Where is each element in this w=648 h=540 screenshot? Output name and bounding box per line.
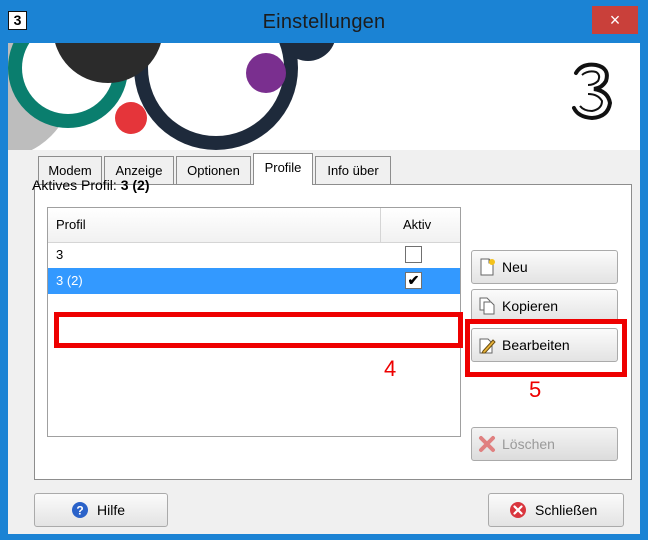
active-profile-value: 3 (2) xyxy=(120,177,150,193)
profile-name-cell: 3 (2) xyxy=(56,273,83,288)
new-button-label: Neu xyxy=(502,259,528,275)
copy-button-label: Kopieren xyxy=(502,298,559,314)
annotation-number-5: 5 xyxy=(529,377,542,402)
help-button-label: Hilfe xyxy=(97,502,126,518)
annotation-box-edit xyxy=(465,319,627,377)
three-logo-icon xyxy=(572,62,613,121)
delete-button[interactable]: Löschen xyxy=(471,427,618,461)
tab-profile[interactable]: Profile xyxy=(253,153,313,185)
new-button[interactable]: Neu xyxy=(471,250,618,284)
help-button[interactable]: ? Hilfe xyxy=(34,493,168,527)
profile-name-cell: 3 xyxy=(56,247,64,262)
active-profile-label: Aktives Profil: 3 (2) xyxy=(32,177,150,193)
title-bar[interactable]: 3 Einstellungen × xyxy=(0,0,648,43)
help-icon: ? xyxy=(72,502,88,518)
new-document-icon xyxy=(480,258,495,276)
annotation-box-row xyxy=(54,312,463,348)
header-banner xyxy=(8,43,640,150)
window-title: Einstellungen xyxy=(262,11,386,33)
active-checkbox-checked[interactable]: ✔ xyxy=(405,272,422,289)
close-button-label: Schließen xyxy=(535,502,598,518)
column-header-active[interactable]: Aktiv xyxy=(403,208,431,242)
table-header: Profil Aktiv xyxy=(48,208,460,243)
delete-x-icon xyxy=(479,436,495,452)
close-window-button[interactable]: × xyxy=(592,6,638,34)
close-button[interactable]: Schließen xyxy=(488,493,624,527)
delete-button-label: Löschen xyxy=(502,436,555,452)
tab-info[interactable]: Info über xyxy=(315,156,391,184)
banner-circles-graphic xyxy=(8,43,335,150)
copy-button[interactable]: Kopieren xyxy=(471,289,618,323)
tab-optionen[interactable]: Optionen xyxy=(176,156,251,184)
table-row-selected[interactable]: 3 (2) ✔ xyxy=(48,268,460,294)
svg-text:?: ? xyxy=(76,504,83,518)
table-row[interactable]: 3 xyxy=(48,242,460,268)
column-header-profile[interactable]: Profil xyxy=(56,208,86,242)
dialog-window: 3 Einstellungen × Modem Anzeige Optionen… xyxy=(0,0,648,540)
column-divider xyxy=(380,208,381,242)
active-profile-caption: Aktives Profil: xyxy=(32,177,117,193)
close-circle-icon xyxy=(510,502,526,518)
annotation-number-4: 4 xyxy=(384,356,397,381)
copy-document-icon xyxy=(479,297,495,315)
active-checkbox[interactable] xyxy=(405,246,422,263)
